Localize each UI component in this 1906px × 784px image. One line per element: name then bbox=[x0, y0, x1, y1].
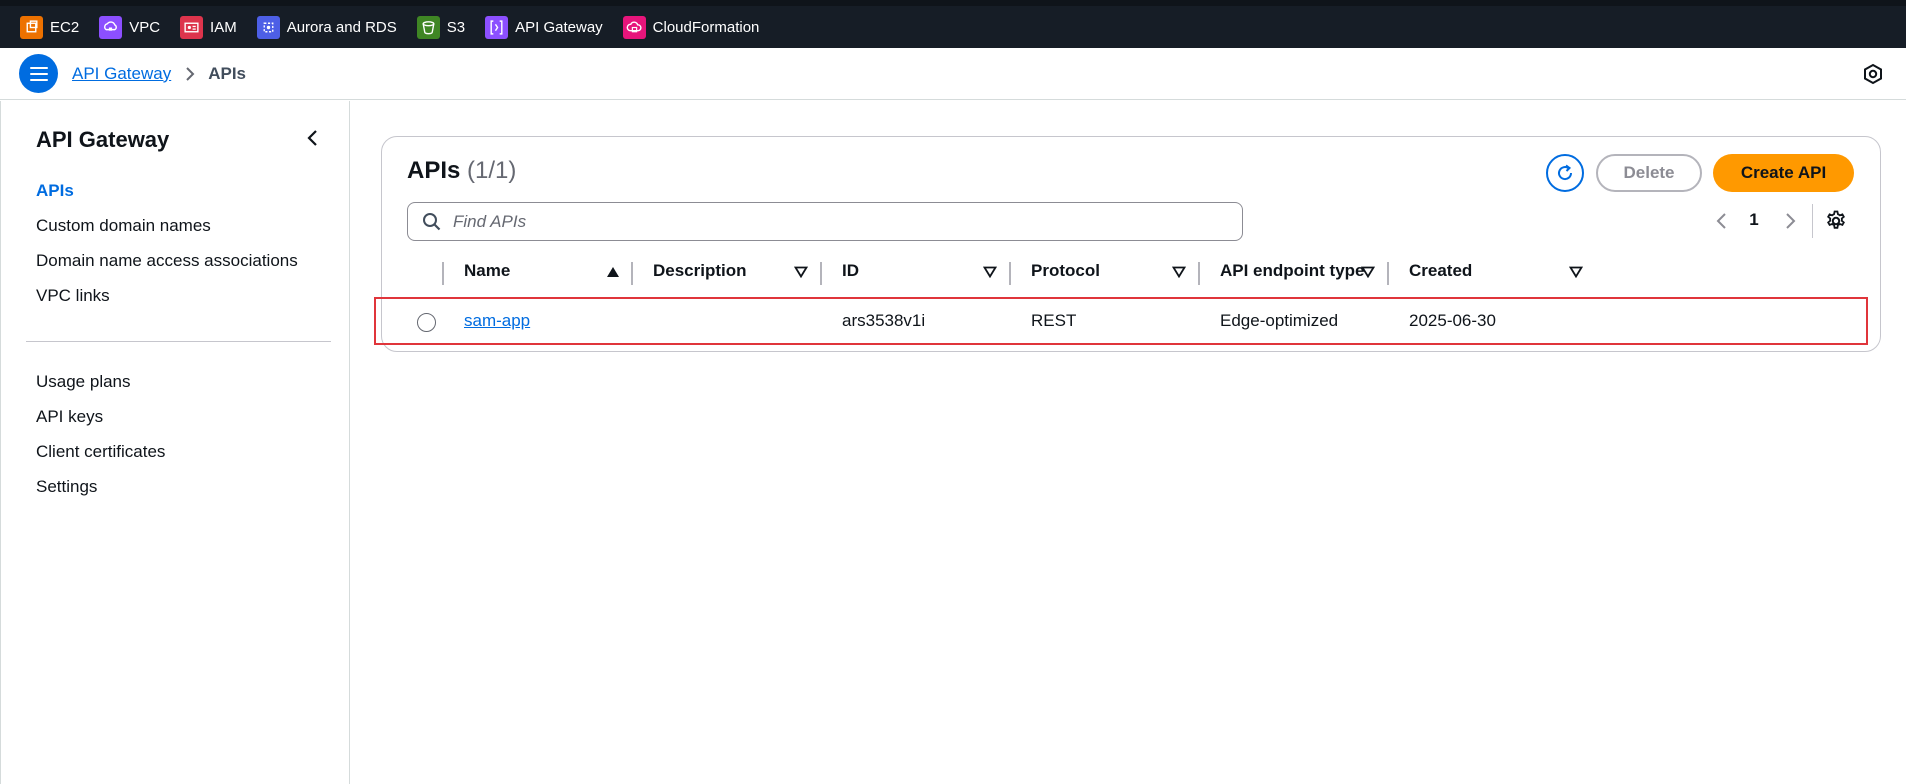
api-id: ars3538v1i bbox=[842, 311, 926, 330]
column-divider bbox=[1387, 262, 1389, 285]
column-divider bbox=[631, 262, 633, 285]
service-s3[interactable]: S3 bbox=[416, 15, 466, 39]
apis-panel: APIs (1/1) Delete Create API 1 Name Desc… bbox=[374, 136, 1881, 352]
column-header-protocol[interactable]: Protocol bbox=[1031, 261, 1100, 283]
pager-divider bbox=[1812, 204, 1813, 238]
vpc-icon bbox=[99, 15, 123, 39]
table-row[interactable]: sam-app ars3538v1i REST Edge-optimized 2… bbox=[374, 297, 1868, 345]
service-iam[interactable]: IAM bbox=[180, 15, 237, 39]
breadcrumb-api-gateway[interactable]: API Gateway bbox=[72, 64, 171, 84]
sidebar-item-settings[interactable]: Settings bbox=[36, 477, 97, 497]
column-divider bbox=[1009, 262, 1011, 285]
service-label: API Gateway bbox=[515, 18, 603, 36]
column-header-description[interactable]: Description bbox=[653, 261, 747, 283]
delete-button[interactable]: Delete bbox=[1596, 154, 1702, 192]
breadcrumb-current: APIs bbox=[208, 63, 247, 83]
service-label: CloudFormation bbox=[652, 18, 760, 36]
panel-count: (1/1) bbox=[467, 157, 517, 184]
api-protocol: REST bbox=[1031, 311, 1077, 330]
column-divider bbox=[442, 262, 444, 285]
api-endpoint-type: Edge-optimized bbox=[1220, 311, 1339, 330]
column-header-name[interactable]: Name bbox=[464, 261, 510, 283]
aurora-rds-icon bbox=[256, 15, 280, 39]
column-divider bbox=[1198, 262, 1200, 285]
panel-title-text: APIs bbox=[407, 157, 461, 184]
service-label: EC2 bbox=[50, 18, 80, 36]
column-header-endpoint-type[interactable]: API endpoint type bbox=[1220, 261, 1365, 283]
service-ec2[interactable]: EC2 bbox=[20, 15, 80, 39]
refresh-icon bbox=[1558, 164, 1573, 181]
cloudshell-hex-icon[interactable] bbox=[1862, 63, 1884, 85]
column-header-id[interactable]: ID bbox=[842, 261, 859, 283]
service-api-gateway[interactable]: API Gateway bbox=[485, 15, 603, 39]
sidebar-divider bbox=[26, 341, 331, 342]
column-divider bbox=[820, 262, 822, 285]
sidebar-item-custom-domain-names[interactable]: Custom domain names bbox=[36, 216, 211, 236]
service-label: Aurora and RDS bbox=[286, 18, 397, 36]
sidebar-title: API Gateway bbox=[36, 127, 170, 152]
service-cloudformation[interactable]: CloudFormation bbox=[622, 15, 760, 39]
collapse-sidebar-icon[interactable] bbox=[303, 128, 323, 148]
next-page-icon[interactable] bbox=[1780, 211, 1800, 231]
chevron-right-icon bbox=[185, 66, 195, 82]
hamburger-icon bbox=[29, 66, 48, 81]
api-gateway-icon bbox=[485, 15, 509, 39]
api-name-link[interactable]: sam-app bbox=[464, 311, 530, 331]
sort-icon[interactable] bbox=[794, 266, 808, 278]
service-label: VPC bbox=[129, 18, 161, 36]
service-label: S3 bbox=[446, 18, 466, 36]
column-header-created[interactable]: Created bbox=[1409, 261, 1472, 283]
sort-icon[interactable] bbox=[1569, 266, 1583, 278]
sidebar-item-client-certificates[interactable]: Client certificates bbox=[36, 442, 165, 462]
sidebar-item-domain-name-access-associations[interactable]: Domain name access associations bbox=[36, 251, 298, 271]
menu-button[interactable] bbox=[19, 54, 58, 93]
search-box bbox=[407, 202, 1243, 241]
sort-icon[interactable] bbox=[983, 266, 997, 278]
previous-page-icon[interactable] bbox=[1712, 211, 1732, 231]
refresh-button[interactable] bbox=[1546, 154, 1584, 192]
sidebar-item-api-keys[interactable]: API keys bbox=[36, 407, 103, 427]
sidebar-item-vpc-links[interactable]: VPC links bbox=[36, 286, 110, 306]
search-icon bbox=[423, 213, 441, 231]
sidebar-item-apis[interactable]: APIs bbox=[36, 181, 74, 201]
service-aurora-rds[interactable]: Aurora and RDS bbox=[256, 15, 397, 39]
iam-icon bbox=[180, 15, 204, 39]
ec2-icon bbox=[20, 15, 43, 39]
service-vpc[interactable]: VPC bbox=[99, 15, 161, 39]
row-select-radio[interactable] bbox=[417, 313, 436, 332]
service-label: IAM bbox=[210, 18, 237, 36]
sort-ascending-icon[interactable] bbox=[606, 266, 620, 278]
services-bar: EC2 VPC IAM Aurora and RDS S3 API Gatewa… bbox=[0, 0, 1906, 48]
sidebar: API Gateway APIs Custom domain names Dom… bbox=[0, 101, 350, 784]
s3-icon bbox=[416, 15, 440, 39]
gear-icon[interactable] bbox=[1824, 209, 1848, 233]
search-input[interactable] bbox=[453, 211, 1233, 232]
sort-icon[interactable] bbox=[1361, 266, 1375, 278]
panel-title: APIs (1/1) bbox=[407, 157, 516, 185]
cloudformation-icon bbox=[622, 15, 646, 39]
breadcrumb-bar: API Gateway APIs bbox=[0, 48, 1906, 100]
create-api-button[interactable]: Create API bbox=[1713, 154, 1854, 192]
sidebar-item-usage-plans[interactable]: Usage plans bbox=[36, 372, 131, 392]
api-created: 2025-06-30 bbox=[1409, 311, 1496, 330]
page-number[interactable]: 1 bbox=[1742, 210, 1766, 230]
sort-icon[interactable] bbox=[1172, 266, 1186, 278]
